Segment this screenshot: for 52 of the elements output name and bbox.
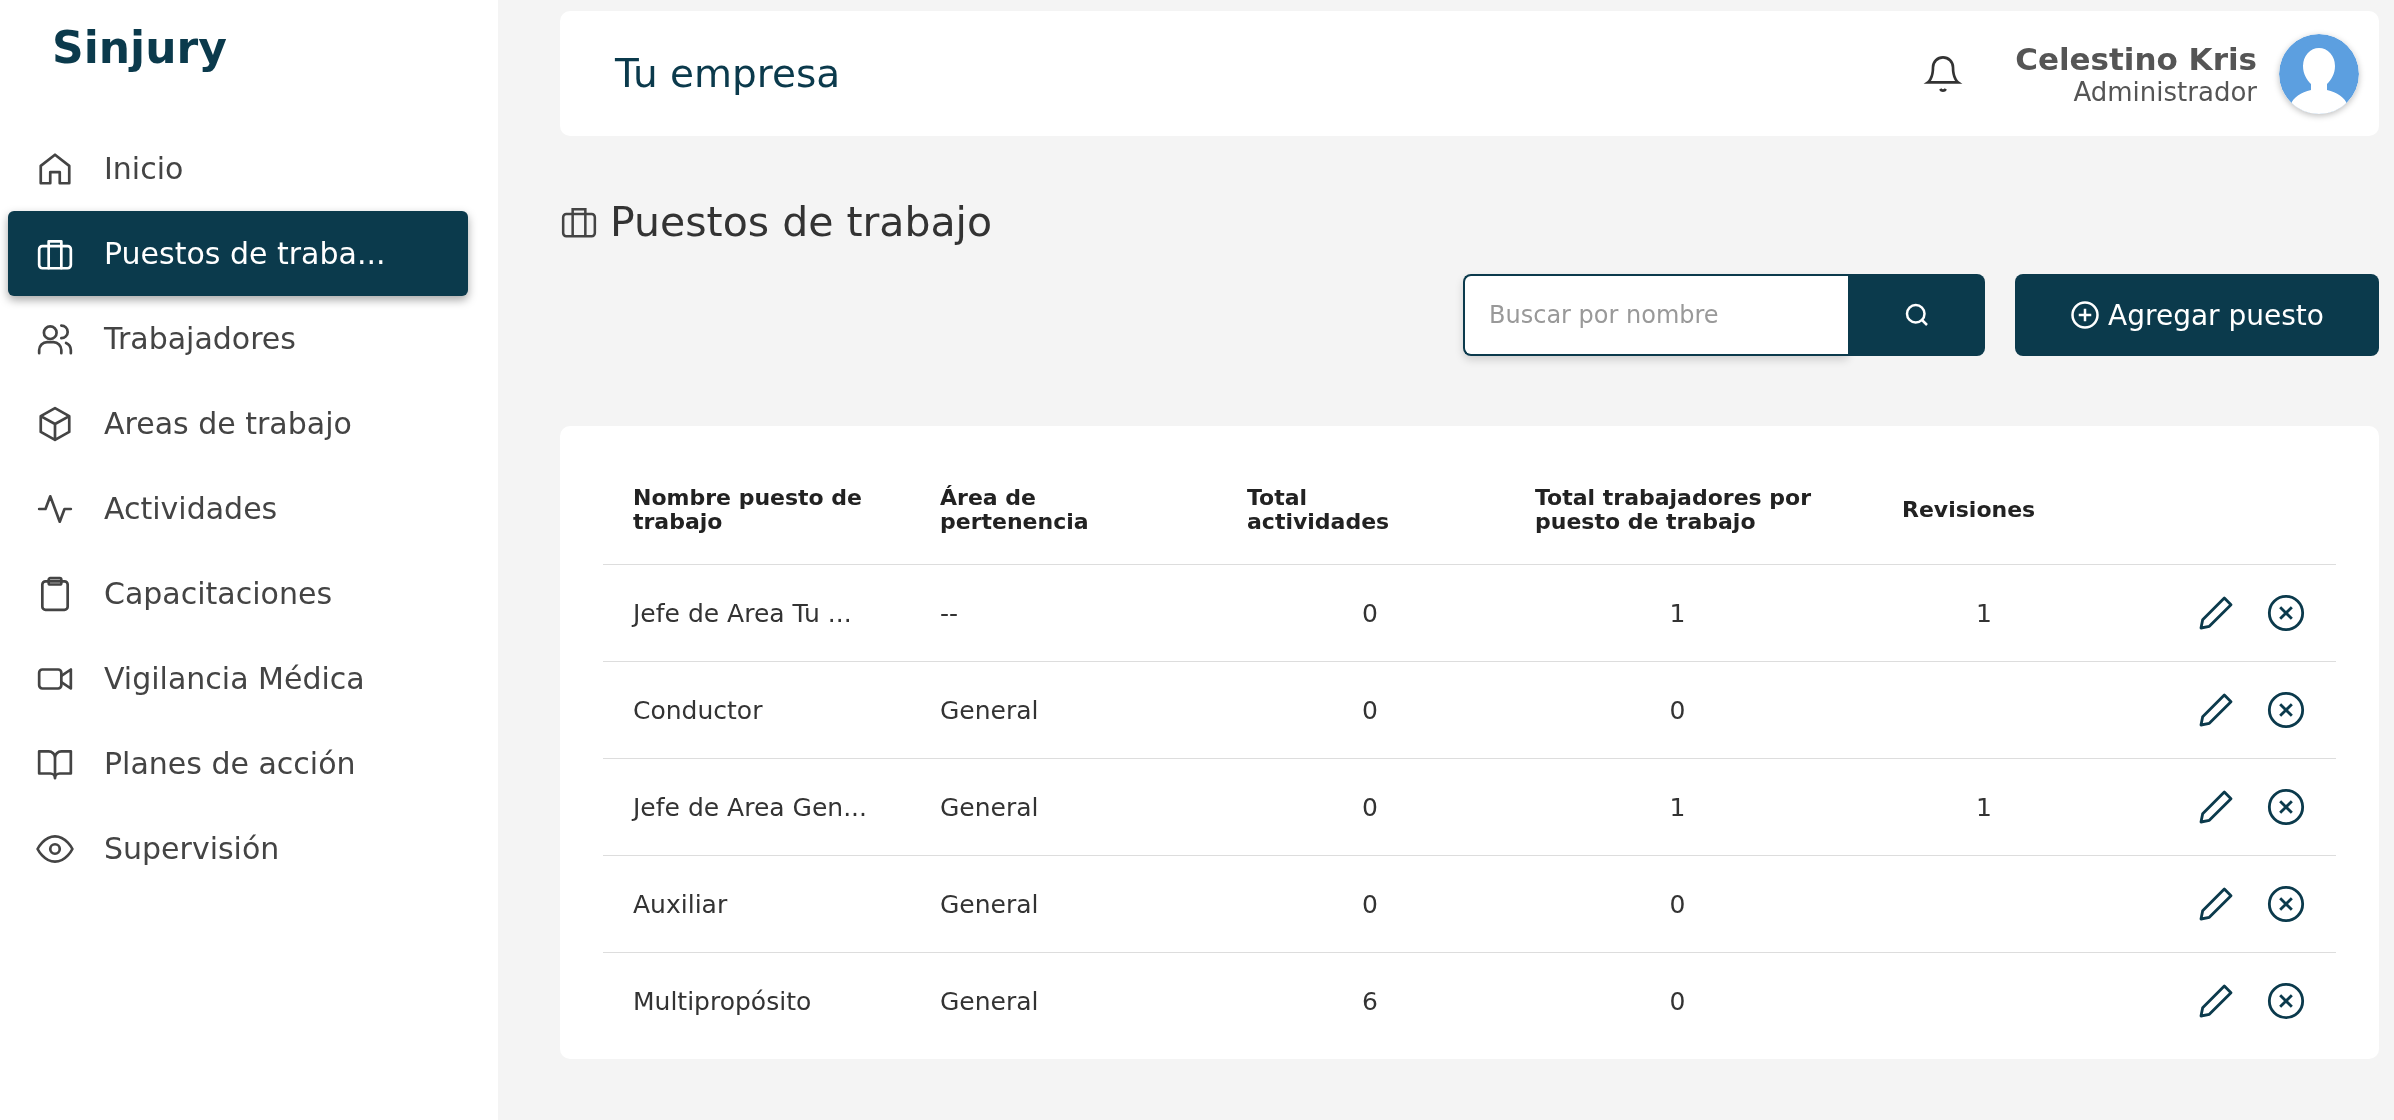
table-cell: Auxiliar <box>633 889 728 919</box>
avatar-icon[interactable] <box>2279 33 2359 114</box>
table-cell: -- <box>940 598 959 628</box>
column-header: Total trabajadores por puesto de trabajo <box>1535 485 1813 535</box>
table-cell: 1 <box>1976 598 1992 628</box>
table-cell: 1 <box>1976 792 1992 822</box>
sidebar-item[interactable]: Capacitaciones <box>8 551 468 636</box>
column-header: Área de pertenencia <box>940 485 1090 535</box>
table-cell: Jefe de Area Tu ... <box>633 598 852 628</box>
column-header: Nombre puesto de trabajo <box>632 485 863 535</box>
table-cell: 0 <box>1362 889 1378 919</box>
table-cell: Jefe de Area Gen... <box>633 792 867 822</box>
table-cell: 1 <box>1669 792 1686 822</box>
table-cell: General <box>940 889 1039 919</box>
table-cell: Conductor <box>633 695 763 725</box>
table-cell: 0 <box>1362 695 1378 725</box>
add-position-button[interactable]: Agregar puesto <box>2015 274 2379 356</box>
table-cell: 1 <box>1669 598 1686 628</box>
sidebar-item[interactable]: Areas de trabajo <box>8 381 468 466</box>
table-cell: 0 <box>1362 598 1378 628</box>
delete-icon[interactable] <box>2266 787 2306 827</box>
company-title: Tu empresa <box>615 51 842 96</box>
brand-logo: Sinjury <box>51 21 228 75</box>
plus-circle-icon <box>2070 300 2101 330</box>
sidebar-item[interactable]: Planes de acción <box>8 721 468 806</box>
delete-icon[interactable] <box>2266 884 2306 924</box>
user-name: Celestino Kris <box>2015 40 2257 77</box>
column-header: Revisiones <box>1902 497 2037 523</box>
column-header: Total actividades <box>1247 485 1391 535</box>
sidebar-item[interactable]: Puestos de traba... <box>8 211 468 296</box>
table-cell: General <box>940 792 1039 822</box>
table-cell: 0 <box>1669 695 1686 725</box>
table-cell: 6 <box>1362 986 1378 1016</box>
sidebar-item[interactable]: Actividades <box>8 466 468 551</box>
table-cell: General <box>940 986 1039 1016</box>
table-cell: General <box>940 695 1039 725</box>
sidebar-item[interactable]: Trabajadores <box>8 296 468 381</box>
delete-icon[interactable] <box>2266 690 2306 730</box>
page-title: Puestos de trabajo <box>610 198 993 246</box>
delete-icon[interactable] <box>2266 981 2306 1021</box>
sidebar-item[interactable]: Vigilancia Médica <box>8 636 468 721</box>
table-cell: 0 <box>1362 792 1378 822</box>
delete-icon[interactable] <box>2266 593 2306 633</box>
user-role: Administrador <box>2073 76 2257 107</box>
notification-bell-icon[interactable] <box>1923 53 1964 94</box>
cube-icon <box>36 404 74 443</box>
table-cell: Multipropósito <box>633 986 812 1016</box>
table-cell: 0 <box>1669 889 1686 919</box>
table-cell: 0 <box>1669 986 1686 1016</box>
search-field[interactable]: Buscar por nombre <box>1463 274 1848 356</box>
sidebar-item[interactable]: Inicio <box>8 126 468 211</box>
sidebar-item[interactable]: Supervisión <box>8 806 468 891</box>
